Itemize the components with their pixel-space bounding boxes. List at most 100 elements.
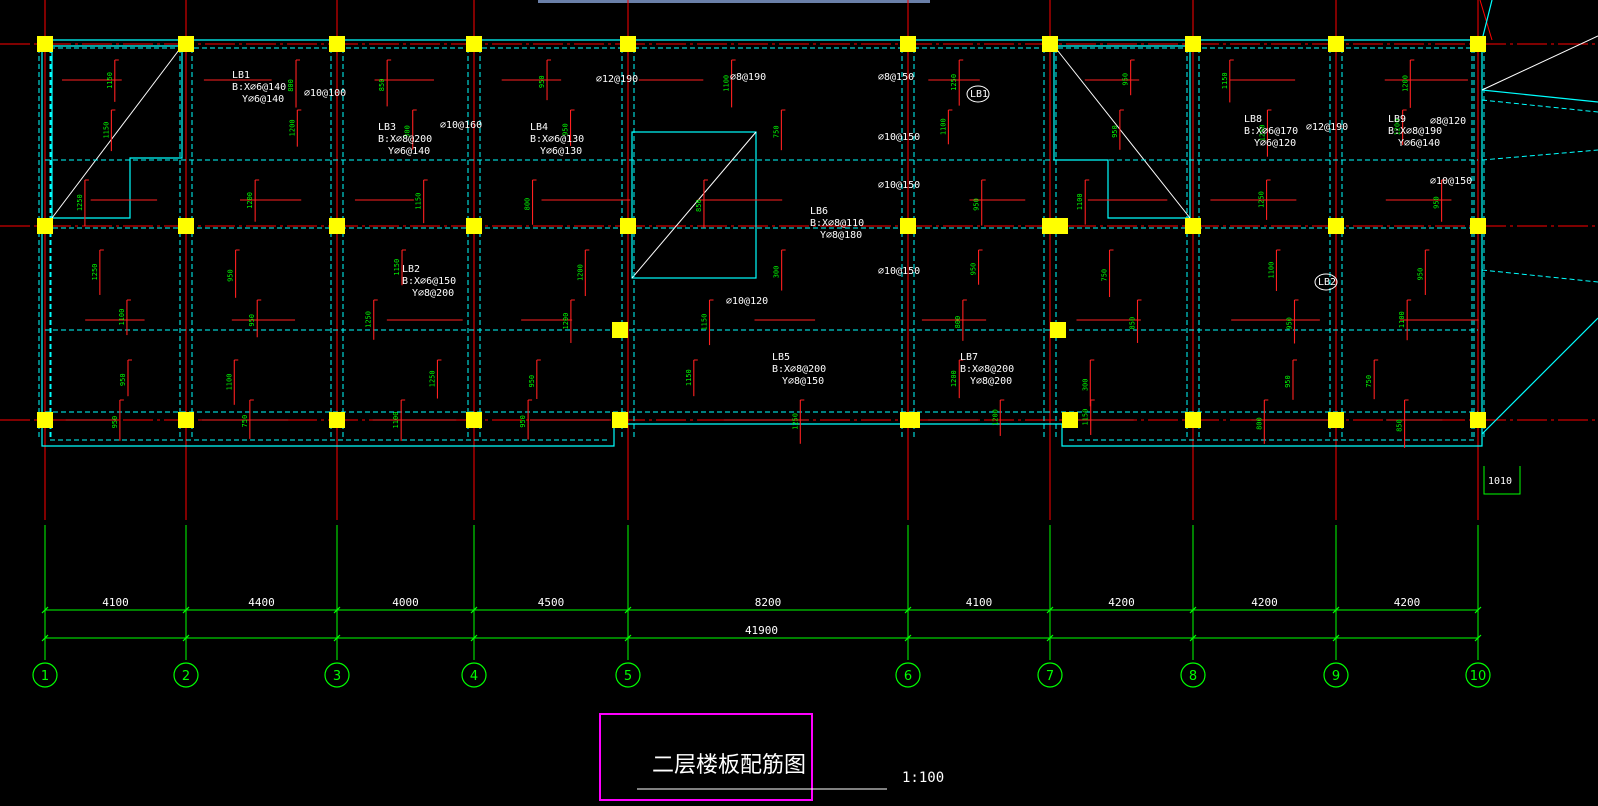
axis-label: 4 bbox=[470, 669, 478, 684]
column-block bbox=[37, 218, 53, 234]
rebar-length-label: 1150 bbox=[102, 122, 110, 139]
span-dimension: 4000 bbox=[392, 596, 419, 609]
slab-rebar-bx: B:X⌀6@130 bbox=[530, 134, 584, 145]
rebar-length-label: 1150 bbox=[701, 314, 709, 331]
axis-bubbles: 1 2 3 4 5 6 7 8 9 10 bbox=[32, 662, 1491, 688]
slab-name: LB7 bbox=[960, 352, 978, 363]
drawing-scale: 1:100 bbox=[902, 770, 944, 786]
rebar-length-label: 1150 bbox=[106, 72, 114, 89]
rebar-note: ⌀10@150 bbox=[878, 180, 920, 191]
column-block bbox=[1470, 218, 1486, 234]
wing-edge bbox=[1481, 317, 1598, 435]
rebar-length-label: 800 bbox=[287, 79, 295, 92]
slab-label-lb2: LB2B:X⌀6@150Y⌀8@200 bbox=[402, 264, 456, 299]
rebar-note: ⌀10@150 bbox=[878, 266, 920, 277]
callout-label: LB2 bbox=[1318, 277, 1336, 288]
top-toolbar-edge bbox=[538, 0, 930, 3]
slab-rebar-y: Y⌀8@200 bbox=[412, 288, 454, 299]
slab-rebar-y: Y⌀6@140 bbox=[388, 146, 430, 157]
rebar-length-label: 1250 bbox=[365, 311, 373, 328]
rebar-note: ⌀12@190 bbox=[1306, 122, 1348, 133]
slab-label-lb1: LB1B:X⌀6@140Y⌀6@140 bbox=[232, 70, 286, 105]
slab-label-lb8: LB8B:X⌀6@170Y⌀6@120 bbox=[1244, 114, 1298, 149]
axis-label: 10 bbox=[1470, 669, 1487, 684]
slab-rebar-bx: B:X⌀8@200 bbox=[960, 364, 1014, 375]
column-block bbox=[1050, 322, 1066, 338]
rebar-length-label: 1250 bbox=[950, 74, 958, 91]
column-block bbox=[37, 36, 53, 52]
slab-rebar-bx: B:X⌀6@170 bbox=[1244, 126, 1298, 137]
rebar-length-label: 1250 bbox=[791, 413, 799, 430]
column-block bbox=[1185, 412, 1201, 428]
rebar-note: ⌀8@150 bbox=[878, 72, 914, 83]
rebar-length-label: 1200 bbox=[562, 313, 570, 330]
side-dimension: 1010 bbox=[1488, 476, 1512, 487]
rebar-length-label: 1150 bbox=[393, 259, 401, 276]
slab-label-lb7: LB7B:X⌀8@200Y⌀8@200 bbox=[960, 352, 1014, 387]
rebar-note: ⌀10@120 bbox=[726, 296, 768, 307]
column-block bbox=[620, 36, 636, 52]
slab-name: LB1 bbox=[232, 70, 250, 81]
rebar-length-label: 1200 bbox=[950, 370, 958, 387]
span-dimension: 4100 bbox=[102, 596, 129, 609]
column-block bbox=[1328, 412, 1344, 428]
axis-bubble-2: 2 bbox=[173, 662, 199, 688]
column-block bbox=[178, 412, 194, 428]
rebar-length-label: 850 bbox=[378, 79, 386, 92]
column-block bbox=[1328, 36, 1344, 52]
rebar-length-label: 1200 bbox=[1401, 75, 1409, 92]
column-block bbox=[904, 412, 920, 428]
span-dimension: 4200 bbox=[1108, 596, 1135, 609]
opening-diagonal bbox=[51, 45, 183, 219]
rebar-length-label: 950 bbox=[119, 373, 127, 386]
callout-label: LB1 bbox=[970, 89, 988, 100]
axis-bubble-3: 3 bbox=[324, 662, 350, 688]
column-block bbox=[612, 322, 628, 338]
rebar-length-label: 1250 bbox=[428, 370, 436, 387]
rebar-length-label: 800 bbox=[954, 316, 962, 329]
axis-bubble-7: 7 bbox=[1037, 662, 1063, 688]
column-block bbox=[1470, 36, 1486, 52]
axis-label: 5 bbox=[624, 669, 632, 684]
slab-name: LB5 bbox=[772, 352, 790, 363]
rebar-length-label: 1250 bbox=[76, 194, 84, 211]
rebar-length-label: 800 bbox=[524, 198, 532, 211]
rebar-length-label: 1100 bbox=[1267, 262, 1275, 279]
rebar-length-label: 950 bbox=[248, 314, 256, 327]
rebar-length-label: 1200 bbox=[246, 192, 254, 209]
slab-rebar-bx: B:X⌀8@190 bbox=[1388, 126, 1442, 137]
column-block bbox=[178, 36, 194, 52]
column-block bbox=[1185, 36, 1201, 52]
span-dimension: 8200 bbox=[755, 596, 782, 609]
rebar-length-label: 950 bbox=[1111, 125, 1119, 138]
slab-rebar-bx: B:X⌀8@200 bbox=[378, 134, 432, 145]
rebar-note: ⌀10@150 bbox=[878, 132, 920, 143]
slab-name: LB9 bbox=[1388, 114, 1406, 125]
column-block bbox=[466, 412, 482, 428]
column-block bbox=[1328, 218, 1344, 234]
column-block bbox=[1470, 412, 1486, 428]
axis-label: 9 bbox=[1332, 669, 1340, 684]
slab-rebar-y: Y⌀6@130 bbox=[540, 146, 582, 157]
axis-bubble-5: 5 bbox=[615, 662, 641, 688]
rebar-note: ⌀10@150 bbox=[1430, 176, 1472, 187]
rebar-length-label: 1150 bbox=[1221, 72, 1229, 89]
rebar-length-label: 1100 bbox=[1398, 311, 1406, 328]
slab-name: LB3 bbox=[378, 122, 396, 133]
span-dimension: 4200 bbox=[1394, 596, 1421, 609]
column-block bbox=[620, 218, 636, 234]
rebar-length-label: 1100 bbox=[1076, 193, 1084, 210]
column-block bbox=[900, 36, 916, 52]
rebar-length-label: 750 bbox=[772, 125, 780, 138]
rebar-length-label: 950 bbox=[227, 269, 235, 282]
rebar-length-label: 850 bbox=[1129, 317, 1137, 330]
column-block bbox=[1062, 412, 1078, 428]
span-dimension: 4500 bbox=[538, 596, 565, 609]
rebar-length-label: 950 bbox=[1122, 73, 1130, 86]
column-block bbox=[466, 36, 482, 52]
total-dimension: 41900 bbox=[745, 624, 778, 637]
axis-label: 2 bbox=[182, 669, 190, 684]
axis-bubble-10: 10 bbox=[1465, 662, 1491, 688]
slab-label-lb4: LB4B:X⌀6@130Y⌀6@130 bbox=[530, 122, 584, 157]
rebar-length-label: 1250 bbox=[91, 264, 99, 281]
